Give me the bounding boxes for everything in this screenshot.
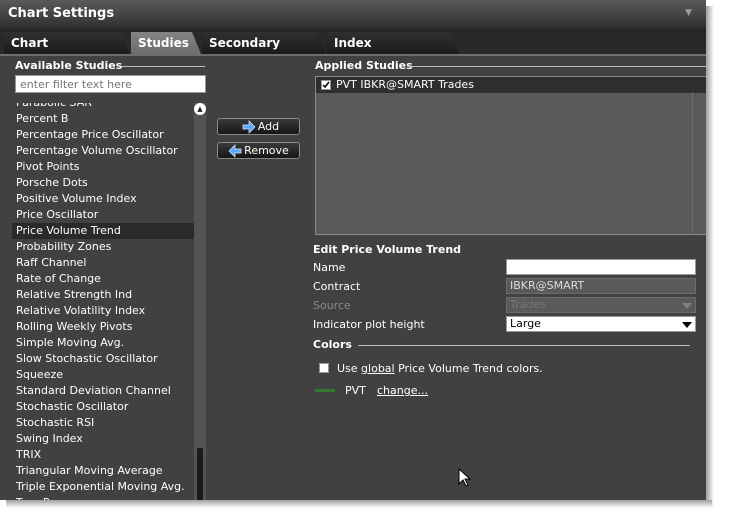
list-item[interactable]: Price Oscillator bbox=[12, 207, 194, 223]
list-item[interactable]: Triple Exponential Moving Avg. bbox=[12, 479, 194, 495]
list-item[interactable]: Slow Stochastic Oscillator bbox=[12, 351, 194, 367]
list-item[interactable]: Squeeze bbox=[12, 367, 194, 383]
use-global-colors-label: Use global Price Volume Trend colors. bbox=[337, 362, 543, 375]
list-item[interactable]: Parabolic SAR bbox=[12, 103, 194, 111]
plot-height-select[interactable]: Large bbox=[506, 316, 696, 332]
tab-bar: Chart Parameters Studies Secondary Serie… bbox=[0, 28, 706, 56]
window-title: Chart Settings bbox=[8, 6, 115, 21]
add-button[interactable]: Add bbox=[217, 118, 300, 135]
applied-study-label: PVT IBKR@SMART Trades bbox=[336, 78, 474, 91]
colors-divider bbox=[358, 345, 690, 346]
arrow-right-icon bbox=[242, 120, 256, 134]
arrow-left-icon bbox=[228, 144, 242, 158]
filter-input[interactable] bbox=[15, 75, 206, 93]
list-item[interactable]: TRIX bbox=[12, 447, 194, 463]
list-item[interactable]: Relative Volatility Index bbox=[12, 303, 194, 319]
change-color-link[interactable]: change... bbox=[377, 384, 428, 397]
dropdown-arrow-icon[interactable] bbox=[682, 322, 692, 328]
scroll-up-icon[interactable]: ▲ bbox=[194, 103, 206, 115]
name-label: Name bbox=[313, 261, 346, 274]
available-studies-heading: Available Studies bbox=[15, 59, 123, 72]
check-icon bbox=[322, 81, 330, 89]
applied-divider bbox=[410, 66, 706, 67]
list-item[interactable]: Triangular Moving Average bbox=[12, 463, 194, 479]
series-name: PVT bbox=[345, 384, 366, 397]
list-item[interactable]: Rolling Weekly Pivots bbox=[12, 319, 194, 335]
list-scrollbar[interactable] bbox=[194, 103, 206, 500]
applied-vertical-divider bbox=[692, 92, 693, 234]
list-item[interactable]: Swing Index bbox=[12, 431, 194, 447]
applied-study-checkbox[interactable] bbox=[321, 80, 331, 90]
use-global-suffix: Price Volume Trend colors. bbox=[394, 362, 543, 375]
source-value: Trades bbox=[510, 298, 546, 311]
list-item[interactable]: Percent B bbox=[12, 111, 194, 127]
list-item[interactable]: Stochastic Oscillator bbox=[12, 399, 194, 415]
tab-secondary-series[interactable]: Secondary Series bbox=[202, 32, 326, 54]
scroll-thumb[interactable] bbox=[197, 448, 203, 500]
list-item[interactable]: Price Volume Trend bbox=[12, 223, 194, 239]
list-item[interactable]: Stochastic RSI bbox=[12, 415, 194, 431]
colors-heading: Colors bbox=[313, 338, 352, 351]
mouse-cursor-icon bbox=[458, 468, 472, 487]
list-item[interactable]: Porsche Dots bbox=[12, 175, 194, 191]
window-menu-arrow-icon[interactable]: ▼ bbox=[685, 8, 692, 18]
remove-button[interactable]: Remove bbox=[217, 142, 300, 159]
edit-section-title: Edit Price Volume Trend bbox=[313, 243, 462, 256]
list-item[interactable]: Raff Channel bbox=[12, 255, 194, 271]
available-divider bbox=[122, 66, 205, 67]
list-item[interactable]: Standard Deviation Channel bbox=[12, 383, 194, 399]
window-shadow-right bbox=[706, 6, 714, 506]
plot-height-label: Indicator plot height bbox=[313, 318, 425, 331]
list-item[interactable]: Relative Strength Ind bbox=[12, 287, 194, 303]
dropdown-arrow-icon bbox=[682, 303, 692, 309]
chart-settings-window: Chart Settings ▼ Chart Parameters Studie… bbox=[0, 0, 706, 500]
list-item[interactable]: Percentage Price Oscillator bbox=[12, 127, 194, 143]
list-item[interactable]: Pivot Points bbox=[12, 159, 194, 175]
applied-study-row[interactable]: PVT IBKR@SMART Trades bbox=[316, 77, 706, 93]
tab-index-comparisons[interactable]: Index Comparisons bbox=[327, 32, 459, 54]
global-link[interactable]: global bbox=[361, 362, 395, 375]
source-label: Source bbox=[313, 299, 351, 312]
plot-height-value: Large bbox=[510, 317, 541, 330]
tab-chart-parameters[interactable]: Chart Parameters bbox=[4, 32, 130, 54]
use-global-colors-checkbox[interactable] bbox=[319, 363, 329, 373]
contract-field: IBKR@SMART bbox=[506, 278, 696, 294]
source-select: Trades bbox=[506, 297, 696, 313]
use-global-prefix: Use bbox=[337, 362, 362, 375]
list-item[interactable]: Percentage Volume Oscillator bbox=[12, 143, 194, 159]
list-item[interactable]: Positive Volume Index bbox=[12, 191, 194, 207]
tab-studies[interactable]: Studies bbox=[131, 32, 201, 54]
contract-label: Contract bbox=[313, 280, 361, 293]
list-item[interactable]: Rate of Change bbox=[12, 271, 194, 287]
applied-studies-heading: Applied Studies bbox=[315, 59, 413, 72]
series-color-swatch bbox=[315, 389, 335, 392]
name-input[interactable] bbox=[506, 259, 696, 275]
available-studies-list[interactable]: Parabolic SARPercent BPercentage Price O… bbox=[12, 103, 194, 500]
title-bar: Chart Settings ▼ bbox=[0, 0, 706, 28]
window-shadow-bottom bbox=[6, 500, 712, 508]
list-item[interactable]: Simple Moving Avg. bbox=[12, 335, 194, 351]
list-item[interactable]: Probability Zones bbox=[12, 239, 194, 255]
applied-studies-list[interactable]: PVT IBKR@SMART Trades bbox=[315, 76, 706, 235]
